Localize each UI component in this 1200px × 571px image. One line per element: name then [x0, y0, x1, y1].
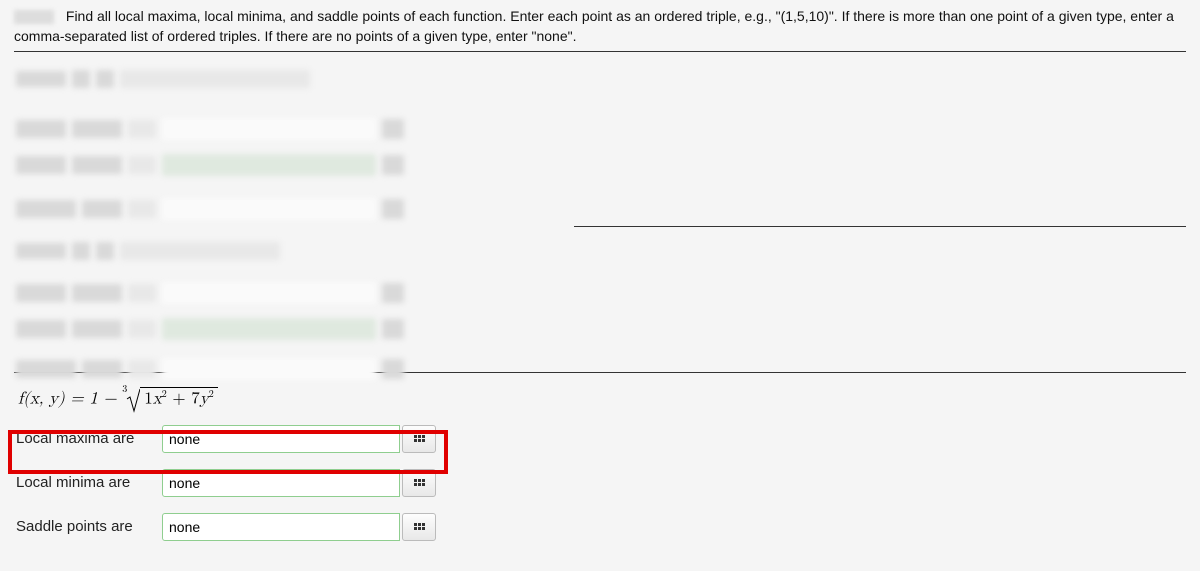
divider-top	[14, 51, 1186, 52]
instruction-text: Find all local maxima, local minima, and…	[14, 8, 1174, 44]
keypad-button[interactable]	[402, 513, 436, 541]
divider-right	[574, 226, 1186, 227]
function-definition: f(x, y) = 1 − 3 1x2 + 7y2	[14, 383, 1186, 425]
keypad-icon	[414, 479, 425, 486]
keypad-button[interactable]	[402, 469, 436, 497]
keypad-icon	[414, 435, 425, 442]
local-minima-input[interactable]	[162, 469, 400, 497]
local-maxima-input[interactable]	[162, 425, 400, 453]
local-maxima-label: Local maxima are	[16, 430, 162, 447]
keypad-button[interactable]	[402, 425, 436, 453]
redacted-chip	[14, 10, 54, 24]
redacted-workspace	[14, 56, 1186, 366]
local-minima-label: Local minima are	[16, 474, 162, 491]
saddle-points-row: Saddle points are	[16, 513, 1186, 541]
local-minima-row: Local minima are	[16, 469, 1186, 497]
saddle-points-label: Saddle points are	[16, 518, 162, 535]
question-instruction: Find all local maxima, local minima, and…	[14, 6, 1186, 47]
saddle-points-input[interactable]	[162, 513, 400, 541]
keypad-icon	[414, 523, 425, 530]
local-maxima-row: Local maxima are	[16, 425, 1186, 453]
